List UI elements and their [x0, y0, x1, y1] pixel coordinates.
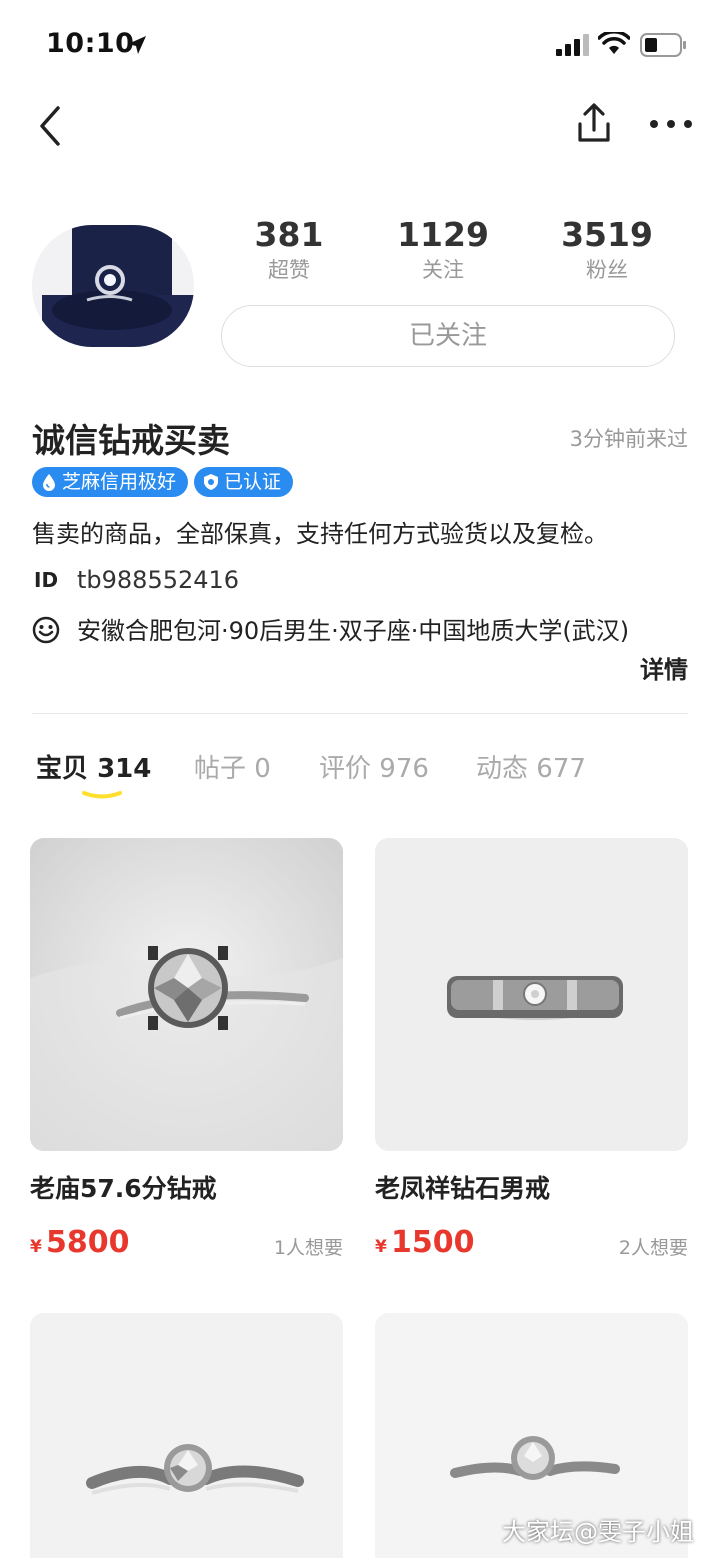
product-card[interactable]: 老凤祥钻石男戒 ¥ 1500 2人想要: [375, 838, 688, 1265]
product-title: 老庙57.6分钻戒: [30, 1174, 217, 1203]
tab-reviews-count: 976: [379, 754, 429, 784]
sesame-credit-badge[interactable]: 芝麻信用极好: [32, 467, 189, 497]
avatar-ring-box-image: [32, 225, 194, 347]
nav-bar: [0, 92, 720, 162]
details-link[interactable]: 详情: [640, 650, 688, 685]
more-options-icon[interactable]: [648, 112, 694, 136]
profile-stats: 381 超赞 1129 关注 3519 粉丝: [215, 215, 695, 295]
battery-icon: [640, 33, 686, 57]
content-tabs: 宝贝 314 帖子 0 评价 976 动态 677: [36, 748, 686, 808]
tab-activity-count: 677: [536, 754, 586, 784]
tab-reviews[interactable]: 评价 976: [319, 748, 429, 785]
last-seen-text: 3分钟前来过: [569, 427, 688, 451]
sesame-credit-label: 芝麻信用极好: [62, 471, 177, 493]
profile-info-text: 安徽合肥包河·90后男生·双子座·中国地质大学(武汉): [77, 617, 630, 645]
share-icon[interactable]: [572, 102, 616, 146]
wants-count: 1人想要: [273, 1237, 343, 1259]
tab-posts-label: 帖子: [194, 754, 247, 784]
watermark-text: 大家坛@雯子小姐: [502, 1518, 694, 1546]
currency-symbol: ¥: [375, 1237, 387, 1257]
product-image: [30, 838, 343, 1151]
tab-items-label: 宝贝: [36, 754, 89, 784]
stat-fans-label: 粉丝: [586, 258, 628, 282]
stat-fans[interactable]: 3519 粉丝: [537, 215, 677, 285]
avatar[interactable]: [32, 225, 194, 347]
location-arrow-icon: [128, 36, 146, 54]
cellular-signal-icon: [556, 34, 589, 56]
id-label: ID: [34, 568, 59, 592]
stat-fans-count: 3519: [561, 215, 653, 254]
follow-button[interactable]: 已关注: [221, 305, 675, 367]
verified-shield-icon: [204, 474, 219, 490]
tab-items[interactable]: 宝贝 314: [36, 748, 151, 785]
currency-symbol: ¥: [30, 1237, 42, 1257]
stat-likes-count: 381: [254, 215, 324, 254]
status-time: 10:10: [46, 28, 135, 59]
stat-following[interactable]: 1129 关注: [373, 215, 513, 285]
wifi-icon: [598, 32, 630, 54]
shop-name: 诚信钻戒买卖: [32, 421, 230, 460]
back-arrow-icon[interactable]: [32, 104, 68, 148]
status-bar: 10:10: [0, 0, 720, 92]
divider: [32, 713, 688, 714]
product-card[interactable]: [30, 1313, 343, 1558]
verified-badge[interactable]: 已认证: [194, 467, 294, 497]
product-card[interactable]: 老庙57.6分钻戒 ¥ 5800 1人想要: [30, 838, 343, 1265]
tab-activity[interactable]: 动态 677: [476, 748, 586, 785]
price-row: ¥ 1500 2人想要: [375, 1225, 688, 1265]
stat-likes[interactable]: 381 超赞: [219, 215, 359, 285]
bio-text: 售卖的商品，全部保真，支持任何方式验货以及复检。: [32, 520, 608, 548]
verified-label: 已认证: [224, 471, 282, 493]
stat-following-label: 关注: [422, 258, 464, 282]
tab-posts-count: 0: [254, 754, 271, 784]
product-price: 1500: [391, 1225, 475, 1260]
tab-posts[interactable]: 帖子 0: [194, 748, 271, 785]
tab-active-indicator: [82, 791, 122, 799]
tab-reviews-label: 评价: [319, 754, 372, 784]
badges: 芝麻信用极好 已认证: [32, 467, 299, 497]
wants-count: 2人想要: [618, 1237, 688, 1259]
stat-following-count: 1129: [397, 215, 489, 254]
tab-items-count: 314: [97, 754, 152, 784]
product-image: [30, 1313, 343, 1558]
stat-likes-label: 超赞: [268, 258, 310, 282]
product-title: 老凤祥钻石男戒: [375, 1174, 551, 1203]
drop-icon: [43, 474, 55, 491]
smile-icon: [32, 616, 60, 644]
id-value: tb988552416: [77, 566, 240, 594]
tab-activity-label: 动态: [476, 754, 529, 784]
product-image: [375, 838, 688, 1151]
price-row: ¥ 5800 1人想要: [30, 1225, 343, 1265]
product-price: 5800: [46, 1225, 130, 1260]
